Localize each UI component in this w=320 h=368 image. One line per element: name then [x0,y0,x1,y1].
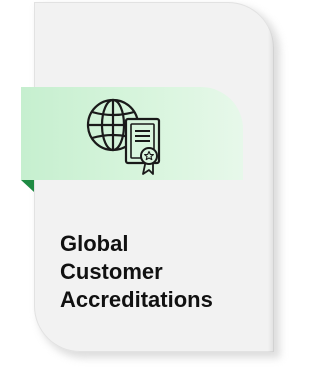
title-line-1: Global [60,231,129,256]
ribbon-fold [21,180,34,192]
title-line-3: Accreditations [60,287,213,312]
certificate-icon [124,117,161,175]
tile-title: Global Customer Accreditations [60,230,275,314]
title-line-2: Customer [60,259,163,284]
globe-certificate-icon [86,98,161,175]
